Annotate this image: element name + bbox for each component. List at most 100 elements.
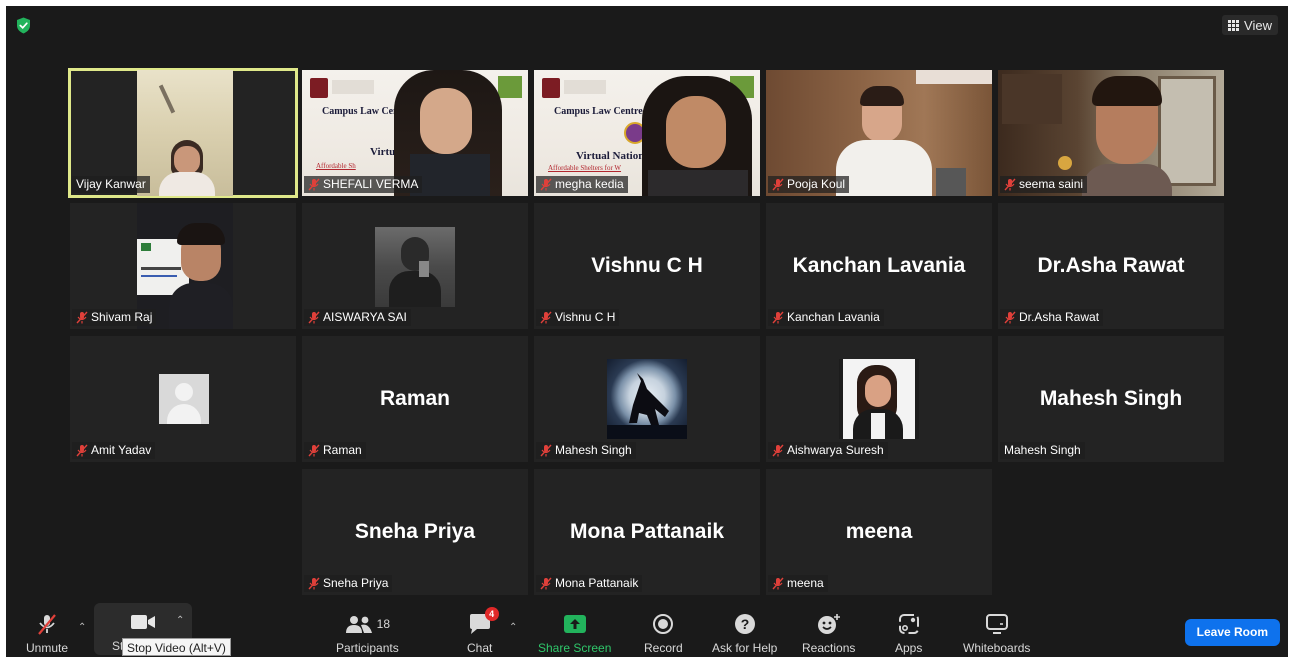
mic-off-icon — [308, 577, 320, 590]
mic-off-icon — [1004, 178, 1016, 191]
mic-off-icon — [308, 178, 320, 191]
video-tile[interactable]: Shivam Raj — [70, 203, 296, 329]
participant-name-tag: Mahesh Singh — [536, 442, 636, 459]
participants-label: Participants — [336, 641, 399, 655]
participant-display-name: Kanchan Lavania — [792, 254, 966, 277]
ask-for-help-button[interactable]: ? Ask for Help — [712, 611, 777, 655]
participant-name-tag: meena — [768, 575, 828, 592]
video-tile[interactable]: Mahesh Singh — [534, 336, 760, 462]
share-screen-label: Share Screen — [538, 641, 612, 655]
video-tile[interactable]: Raman Raman — [302, 336, 528, 462]
participant-name-tag: SHEFALI VERMA — [304, 176, 423, 193]
participant-name-tag: Aishwarya Suresh — [768, 442, 888, 459]
unmute-button[interactable]: Unmute — [26, 611, 68, 655]
mic-off-icon — [772, 444, 784, 457]
apps-button[interactable]: Apps — [895, 611, 922, 655]
mic-off-icon — [540, 311, 552, 324]
mic-off-icon — [76, 311, 88, 324]
video-tile[interactable]: Aishwarya Suresh — [766, 336, 992, 462]
mic-muted-icon — [38, 614, 56, 635]
audio-options-chevron-icon[interactable]: ⌃ — [78, 622, 86, 633]
mic-off-icon — [540, 178, 552, 191]
video-tile[interactable]: seema saini — [998, 70, 1224, 196]
video-tile[interactable]: Mona Pattanaik Mona Pattanaik — [534, 469, 760, 595]
ask-for-help-label: Ask for Help — [712, 641, 778, 655]
participant-display-name: Vishnu C H — [591, 254, 703, 277]
participant-name-tag: Sneha Priya — [304, 575, 393, 592]
mic-off-icon — [540, 577, 552, 590]
video-tile[interactable]: Sneha Priya Sneha Priya — [302, 469, 528, 595]
participant-name-tag: seema saini — [1000, 176, 1088, 193]
grid-view-icon — [1228, 19, 1240, 31]
video-tile[interactable]: Amit Yadav — [70, 336, 296, 462]
participant-display-name: Mona Pattanaik — [569, 520, 725, 543]
mic-off-icon — [772, 577, 784, 590]
participant-display-name: Mahesh Singh — [1039, 387, 1183, 410]
chat-options-chevron-icon[interactable]: ⌃ — [509, 622, 517, 633]
mic-off-icon — [1004, 311, 1016, 324]
reactions-smiley-icon — [817, 614, 840, 634]
share-screen-button[interactable]: Share Screen — [538, 611, 611, 655]
chat-button[interactable]: 4 Chat — [467, 607, 499, 655]
video-tile[interactable]: Vijay Kanwar — [68, 68, 298, 198]
participant-name-tag: Amit Yadav — [72, 442, 156, 459]
participants-button[interactable]: 18 Participants — [336, 611, 399, 655]
default-avatar-icon — [159, 374, 209, 424]
profile-picture — [607, 359, 687, 439]
mic-off-icon — [308, 311, 320, 324]
leave-room-button[interactable]: Leave Room — [1184, 619, 1280, 646]
whiteboards-button[interactable]: Whiteboards — [963, 611, 1030, 655]
participant-display-name: Raman — [379, 387, 451, 410]
chat-unread-badge: 4 — [484, 607, 499, 621]
participant-display-name: Dr.Asha Rawat — [1037, 254, 1185, 277]
mic-off-icon — [76, 444, 88, 457]
video-tile[interactable]: Mahesh Singh Mahesh Singh — [998, 336, 1224, 462]
video-tile[interactable]: meena meena — [766, 469, 992, 595]
video-tile[interactable]: Campus Law Centr Virtu Affordable Sh SHE… — [302, 70, 528, 196]
participant-display-name: meena — [845, 520, 913, 543]
video-tile[interactable]: AISWARYA SAI — [302, 203, 528, 329]
video-tile[interactable]: Vishnu C H Vishnu C H — [534, 203, 760, 329]
mic-off-icon — [308, 444, 320, 457]
record-label: Record — [644, 641, 683, 655]
participant-name-tag: Shivam Raj — [72, 309, 157, 326]
chat-label: Chat — [467, 641, 493, 655]
participant-name-tag: Pooja Koul — [768, 176, 850, 193]
participant-name-tag: Vishnu C H — [536, 309, 620, 326]
participant-name-tag: AISWARYA SAI — [304, 309, 411, 326]
mic-off-icon — [540, 444, 552, 457]
apps-label: Apps — [895, 641, 923, 655]
security-shield-icon[interactable] — [16, 17, 31, 34]
video-camera-icon — [131, 615, 155, 629]
whiteboards-label: Whiteboards — [963, 641, 1031, 655]
reactions-label: Reactions — [802, 641, 856, 655]
unmute-label: Unmute — [26, 641, 69, 655]
participant-name-tag: Mahesh Singh — [1000, 442, 1085, 459]
mic-off-icon — [772, 311, 784, 324]
video-tile[interactable]: Kanchan Lavania Kanchan Lavania — [766, 203, 992, 329]
video-tile[interactable]: Campus Law Centre, Un Virtual Nationa Af… — [534, 70, 760, 196]
participant-display-name: Sneha Priya — [354, 520, 476, 543]
video-feed — [137, 70, 233, 196]
record-icon — [653, 614, 674, 634]
participant-name-tag: Raman — [304, 442, 366, 459]
participant-name-tag: Kanchan Lavania — [768, 309, 884, 326]
record-button[interactable]: Record — [644, 611, 683, 655]
reactions-button[interactable]: Reactions — [802, 611, 855, 655]
participants-count: 18 — [376, 617, 391, 631]
video-tile[interactable]: Dr.Asha Rawat Dr.Asha Rawat — [998, 203, 1224, 329]
meeting-toolbar: Unmute ⌃ St ⌃ Stop Video (Alt+V) 18 Part… — [6, 603, 1288, 657]
profile-picture — [375, 227, 455, 307]
participant-name-tag: Mona Pattanaik — [536, 575, 643, 592]
mic-off-icon — [772, 178, 784, 191]
view-button[interactable]: View — [1222, 15, 1278, 35]
video-options-chevron-icon[interactable]: ⌃ — [176, 615, 184, 626]
apps-icon — [898, 614, 919, 634]
participant-name-tag: megha kedia — [536, 176, 628, 193]
participants-icon — [345, 616, 372, 633]
whiteboard-icon — [985, 614, 1008, 634]
profile-picture — [839, 359, 919, 439]
svg-text:?: ? — [740, 616, 749, 632]
video-tile[interactable]: Pooja Koul — [766, 70, 992, 196]
participant-name-tag: Dr.Asha Rawat — [1000, 309, 1104, 326]
